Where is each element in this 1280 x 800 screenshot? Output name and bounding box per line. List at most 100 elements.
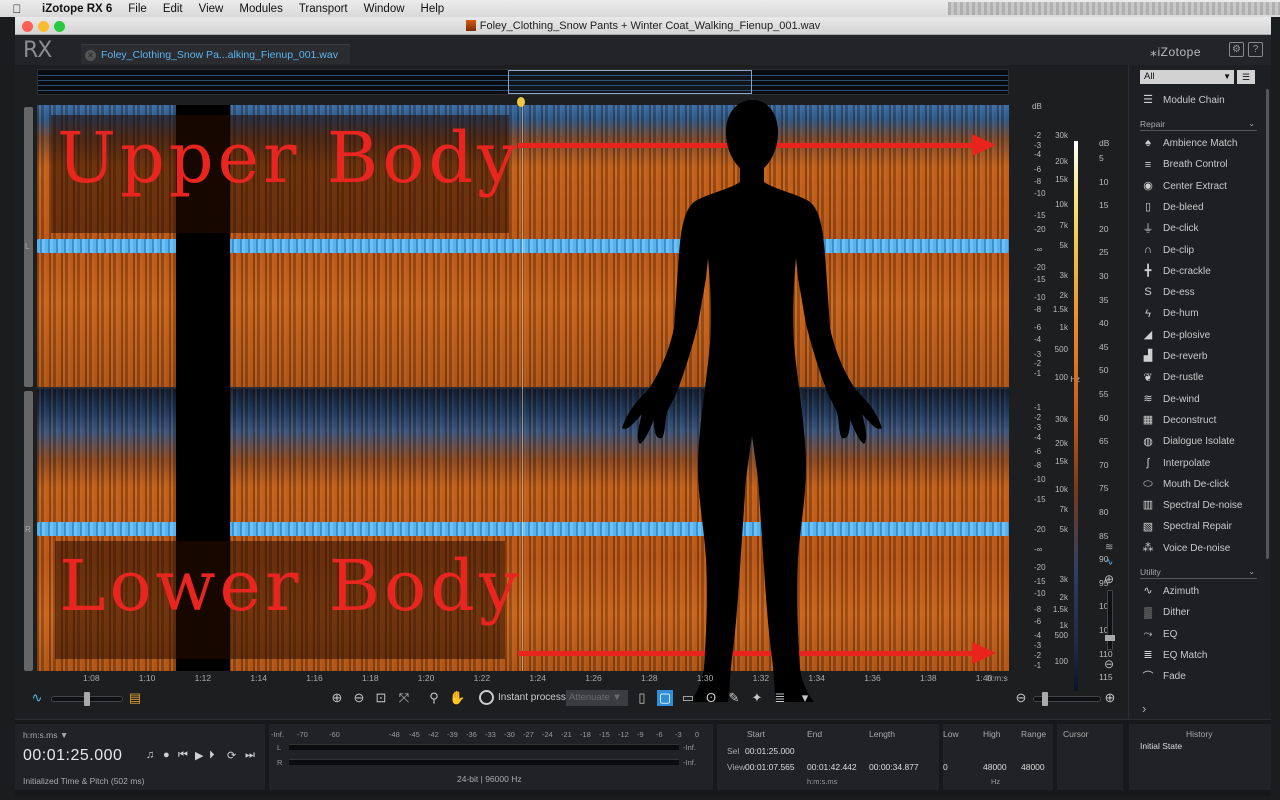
close-tab-icon[interactable]: ✕ <box>85 50 96 61</box>
color-scale-tick: 75 <box>1099 483 1109 494</box>
playhead-marker[interactable] <box>517 97 525 107</box>
zoom-fit-icon[interactable]: ⤧ <box>396 690 412 706</box>
module-fade[interactable]: ⌒ Fade <box>1140 667 1262 687</box>
minimize-window-button[interactable] <box>38 21 49 32</box>
spectrogram-mode-icon[interactable]: ∿ <box>1105 557 1117 569</box>
module-de-bleed[interactable]: ▯ De-bleed <box>1140 198 1262 218</box>
settings-gear-icon[interactable]: ⚙ <box>1229 42 1244 57</box>
overview-view-region[interactable] <box>508 70 752 94</box>
horizontal-zoom-slider[interactable] <box>1033 692 1101 706</box>
menu-app-name[interactable]: iZotope RX 6 <box>34 3 120 15</box>
menu-transport[interactable]: Transport <box>291 3 356 15</box>
zoom-window-button[interactable] <box>54 21 65 32</box>
time-format-select[interactable]: h:m:s.ms ▼ <box>23 730 68 740</box>
utility-section-header[interactable]: Utility ⌄ <box>1140 565 1257 579</box>
module-eq-match[interactable]: ≣ EQ Match <box>1140 646 1262 666</box>
overview-waveform[interactable] <box>37 69 1009 95</box>
horizontal-zoom-out-icon[interactable]: ⊖ <box>1013 690 1029 706</box>
module-chain-button[interactable]: ☰ Module Chain <box>1140 91 1262 111</box>
instant-process-mode-select[interactable]: Attenuate ▼ <box>566 690 628 706</box>
record-icon[interactable]: ● <box>163 749 170 761</box>
go-to-end-icon[interactable]: ⏭ <box>245 749 255 762</box>
module-center-extract[interactable]: ◉ Center Extract <box>1140 177 1262 197</box>
freq-range-field[interactable]: 48000 <box>1021 762 1045 772</box>
module-de-rustle[interactable]: ❦ De-rustle <box>1140 368 1262 388</box>
repair-section-header[interactable]: Repair ⌄ <box>1140 117 1257 131</box>
module-de-crackle[interactable]: ╋ De-crackle <box>1140 262 1262 282</box>
module-de-click[interactable]: ⏚ De-click <box>1140 219 1262 239</box>
view-start-field[interactable]: 00:01:07.565 <box>745 762 795 772</box>
freq-high-field[interactable]: 48000 <box>983 762 1007 772</box>
waveform-spectrogram-icon[interactable]: ≋ <box>1105 542 1117 554</box>
module-mouth-de-click[interactable]: ⬭ Mouth De-click <box>1140 475 1262 495</box>
module-ambience-match[interactable]: ♠ Ambience Match <box>1140 134 1262 154</box>
module-spectral-de-noise[interactable]: ▥ Spectral De-noise <box>1140 496 1262 516</box>
menu-edit[interactable]: Edit <box>155 3 191 15</box>
module-spectral-repair[interactable]: ▧ Spectral Repair <box>1140 517 1262 537</box>
color-scale-tick: 115 <box>1099 672 1113 683</box>
module-de-ess[interactable]: S De-ess <box>1140 283 1262 303</box>
harmonic-selection-icon[interactable]: ≣ <box>772 690 788 706</box>
rectangle-selection-tool-icon[interactable]: ▢ <box>657 690 673 706</box>
menu-window[interactable]: Window <box>356 3 413 15</box>
module-dither[interactable]: ▒ Dither <box>1140 603 1262 623</box>
loop-icon[interactable]: ⟳ <box>227 749 236 762</box>
module-de-hum[interactable]: ϟ De-hum <box>1140 304 1262 324</box>
hz-tick: 7k <box>1059 505 1068 514</box>
zoom-in-time-icon[interactable]: ⊕ <box>329 690 345 706</box>
module-filter-select[interactable]: All ▼ <box>1140 70 1234 84</box>
waveform-view-icon[interactable]: ∿ <box>29 690 45 706</box>
menu-help[interactable]: Help <box>413 3 453 15</box>
view-end-field[interactable]: 00:01:42.442 <box>807 762 857 772</box>
lasso-tool-icon[interactable]: ʘ <box>703 690 719 706</box>
horizontal-zoom-in-icon[interactable]: ⊕ <box>1102 690 1118 706</box>
freq-low-field[interactable]: 0 <box>943 762 948 772</box>
module-deconstruct[interactable]: ▦ Deconstruct <box>1140 411 1262 431</box>
module-de-wind[interactable]: ≋ De-wind <box>1140 390 1262 410</box>
more-modules-chevron-icon[interactable]: › <box>1142 701 1146 716</box>
frequency-selection-tool-icon[interactable]: ▭ <box>680 690 696 706</box>
meter-tick: -36 <box>466 730 477 739</box>
module-azimuth[interactable]: ∿ Azimuth <box>1140 582 1262 602</box>
vertical-zoom-in-icon[interactable]: ⊕ <box>1104 572 1114 586</box>
spectrogram-view-icon[interactable]: ▤ <box>127 690 143 706</box>
go-to-start-icon[interactable]: ⏮ <box>178 749 188 762</box>
module-breath-control[interactable]: ≡ Breath Control <box>1140 155 1262 175</box>
module-dialogue-isolate[interactable]: ◍ Dialogue Isolate <box>1140 432 1262 452</box>
module-de-clip[interactable]: ∩ De-clip <box>1140 241 1262 261</box>
module-label: De-reverb <box>1163 351 1208 362</box>
module-voice-de-noise[interactable]: ⁂ Voice De-noise <box>1140 539 1262 559</box>
menu-view[interactable]: View <box>191 3 232 15</box>
history-item-initial-state[interactable]: Initial State <box>1140 741 1182 751</box>
select-more-icon[interactable]: ▾ <box>797 690 813 706</box>
help-icon[interactable]: ? <box>1248 42 1263 57</box>
module-de-reverb[interactable]: ▟ De-reverb <box>1140 347 1262 367</box>
close-window-button[interactable] <box>22 21 33 32</box>
module-de-plosive[interactable]: ◢ De-plosive <box>1140 326 1262 346</box>
play-icon[interactable]: ▶ <box>195 749 203 762</box>
brush-tool-icon[interactable]: ✎ <box>726 690 742 706</box>
zoom-tool-icon[interactable]: ⚲ <box>426 690 442 706</box>
menu-file[interactable]: File <box>120 3 155 15</box>
hand-tool-icon[interactable]: ✋ <box>449 690 465 706</box>
waveform-opacity-slider[interactable] <box>51 692 123 706</box>
zoom-selection-icon[interactable]: ⊡ <box>373 690 389 706</box>
zoom-out-time-icon[interactable]: ⊖ <box>351 690 367 706</box>
module-interpolate[interactable]: ∫ Interpolate <box>1140 454 1262 474</box>
menu-modules[interactable]: Modules <box>231 3 290 15</box>
magic-wand-tool-icon[interactable]: ✦ <box>749 690 765 706</box>
play-selection-icon[interactable]: ⏵ <box>209 749 215 762</box>
sidebar-scrollbar[interactable] <box>1266 89 1269 559</box>
sel-start-field[interactable]: 00:01:25.000 <box>745 746 795 756</box>
time-selection-tool-icon[interactable]: ▯ <box>634 690 650 706</box>
module-eq[interactable]: ⤳ EQ <box>1140 625 1262 645</box>
instant-process-toggle[interactable] <box>479 690 494 705</box>
module-list-menu-icon[interactable]: ☰ <box>1237 70 1255 84</box>
file-tab[interactable]: ✕ Foley_Clothing_Snow Pa...alking_Fienup_… <box>81 44 350 64</box>
apple-menu-icon[interactable]:  <box>0 2 34 16</box>
vertical-zoom-out-icon[interactable]: ⊖ <box>1104 657 1114 671</box>
headphones-icon[interactable]: ♫ <box>146 749 154 761</box>
vertical-zoom-slider[interactable] <box>1105 590 1115 650</box>
time-ruler[interactable]: 1:08 1:10 1:12 1:14 1:16 1:18 1:20 1:22 1:24 1:26… <box>37 673 1009 685</box>
view-length-field[interactable]: 00:00:34.877 <box>869 762 919 772</box>
